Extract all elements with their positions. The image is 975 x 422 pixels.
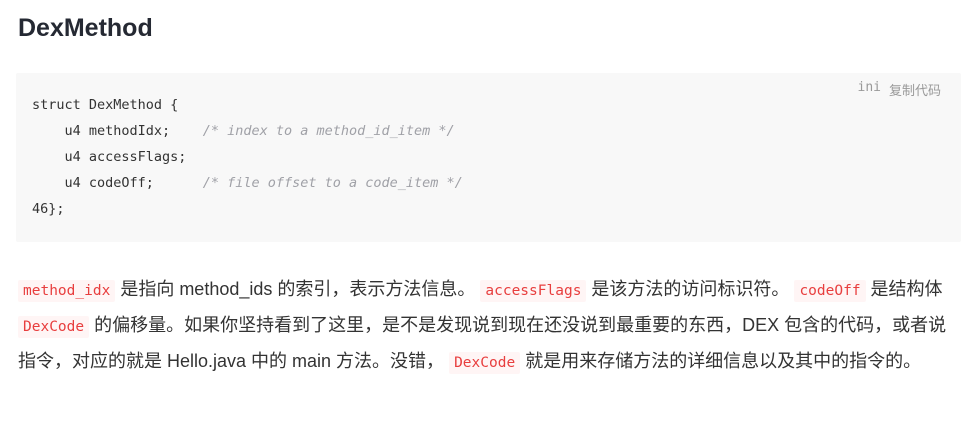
code-line: 46}; (32, 196, 463, 222)
inline-code: accessFlags (480, 280, 587, 302)
code-text: u4 accessFlags; (32, 149, 187, 165)
code-line: u4 codeOff; /* file offset to a code_ite… (32, 170, 463, 196)
code-content: struct DexMethod { u4 methodIdx; /* inde… (32, 92, 463, 222)
section-heading: DexMethod (18, 14, 153, 42)
body-paragraph: method_idx 是指向 method_ids 的索引，表示方法信息。 ac… (18, 272, 963, 380)
code-line: u4 accessFlags; (32, 144, 463, 170)
paragraph-text: 就是用来存储方法的详细信息以及其中的指令的。 (520, 351, 922, 371)
code-block: ini 复制代码 struct DexMethod { u4 methodIdx… (16, 73, 961, 242)
code-toolbar: ini 复制代码 (858, 80, 942, 99)
code-line: u4 methodIdx; /* index to a method_id_it… (32, 118, 463, 144)
code-comment: /* index to a method_id_item */ (202, 123, 455, 139)
code-text: u4 methodIdx; (32, 123, 171, 139)
inline-code: method_idx (18, 280, 116, 302)
code-language-label: ini (857, 80, 881, 95)
inline-code: DexCode (18, 316, 90, 338)
code-text: 46}; (32, 201, 65, 217)
inline-code: codeOff (794, 280, 866, 302)
code-comment: /* file offset to a code_item */ (202, 175, 463, 191)
paragraph-text: 是结构体 (865, 279, 943, 299)
copy-code-button[interactable]: 复制代码 (889, 80, 941, 99)
code-line: struct DexMethod { (32, 92, 463, 118)
code-text: struct DexMethod { (32, 97, 179, 113)
inline-code: DexCode (449, 352, 521, 374)
paragraph-text: 是指向 method_ids 的索引，表示方法信息。 (115, 279, 476, 299)
code-text: u4 codeOff; (32, 175, 154, 191)
paragraph-text: 是该方法的访问标识符。 (586, 279, 790, 299)
